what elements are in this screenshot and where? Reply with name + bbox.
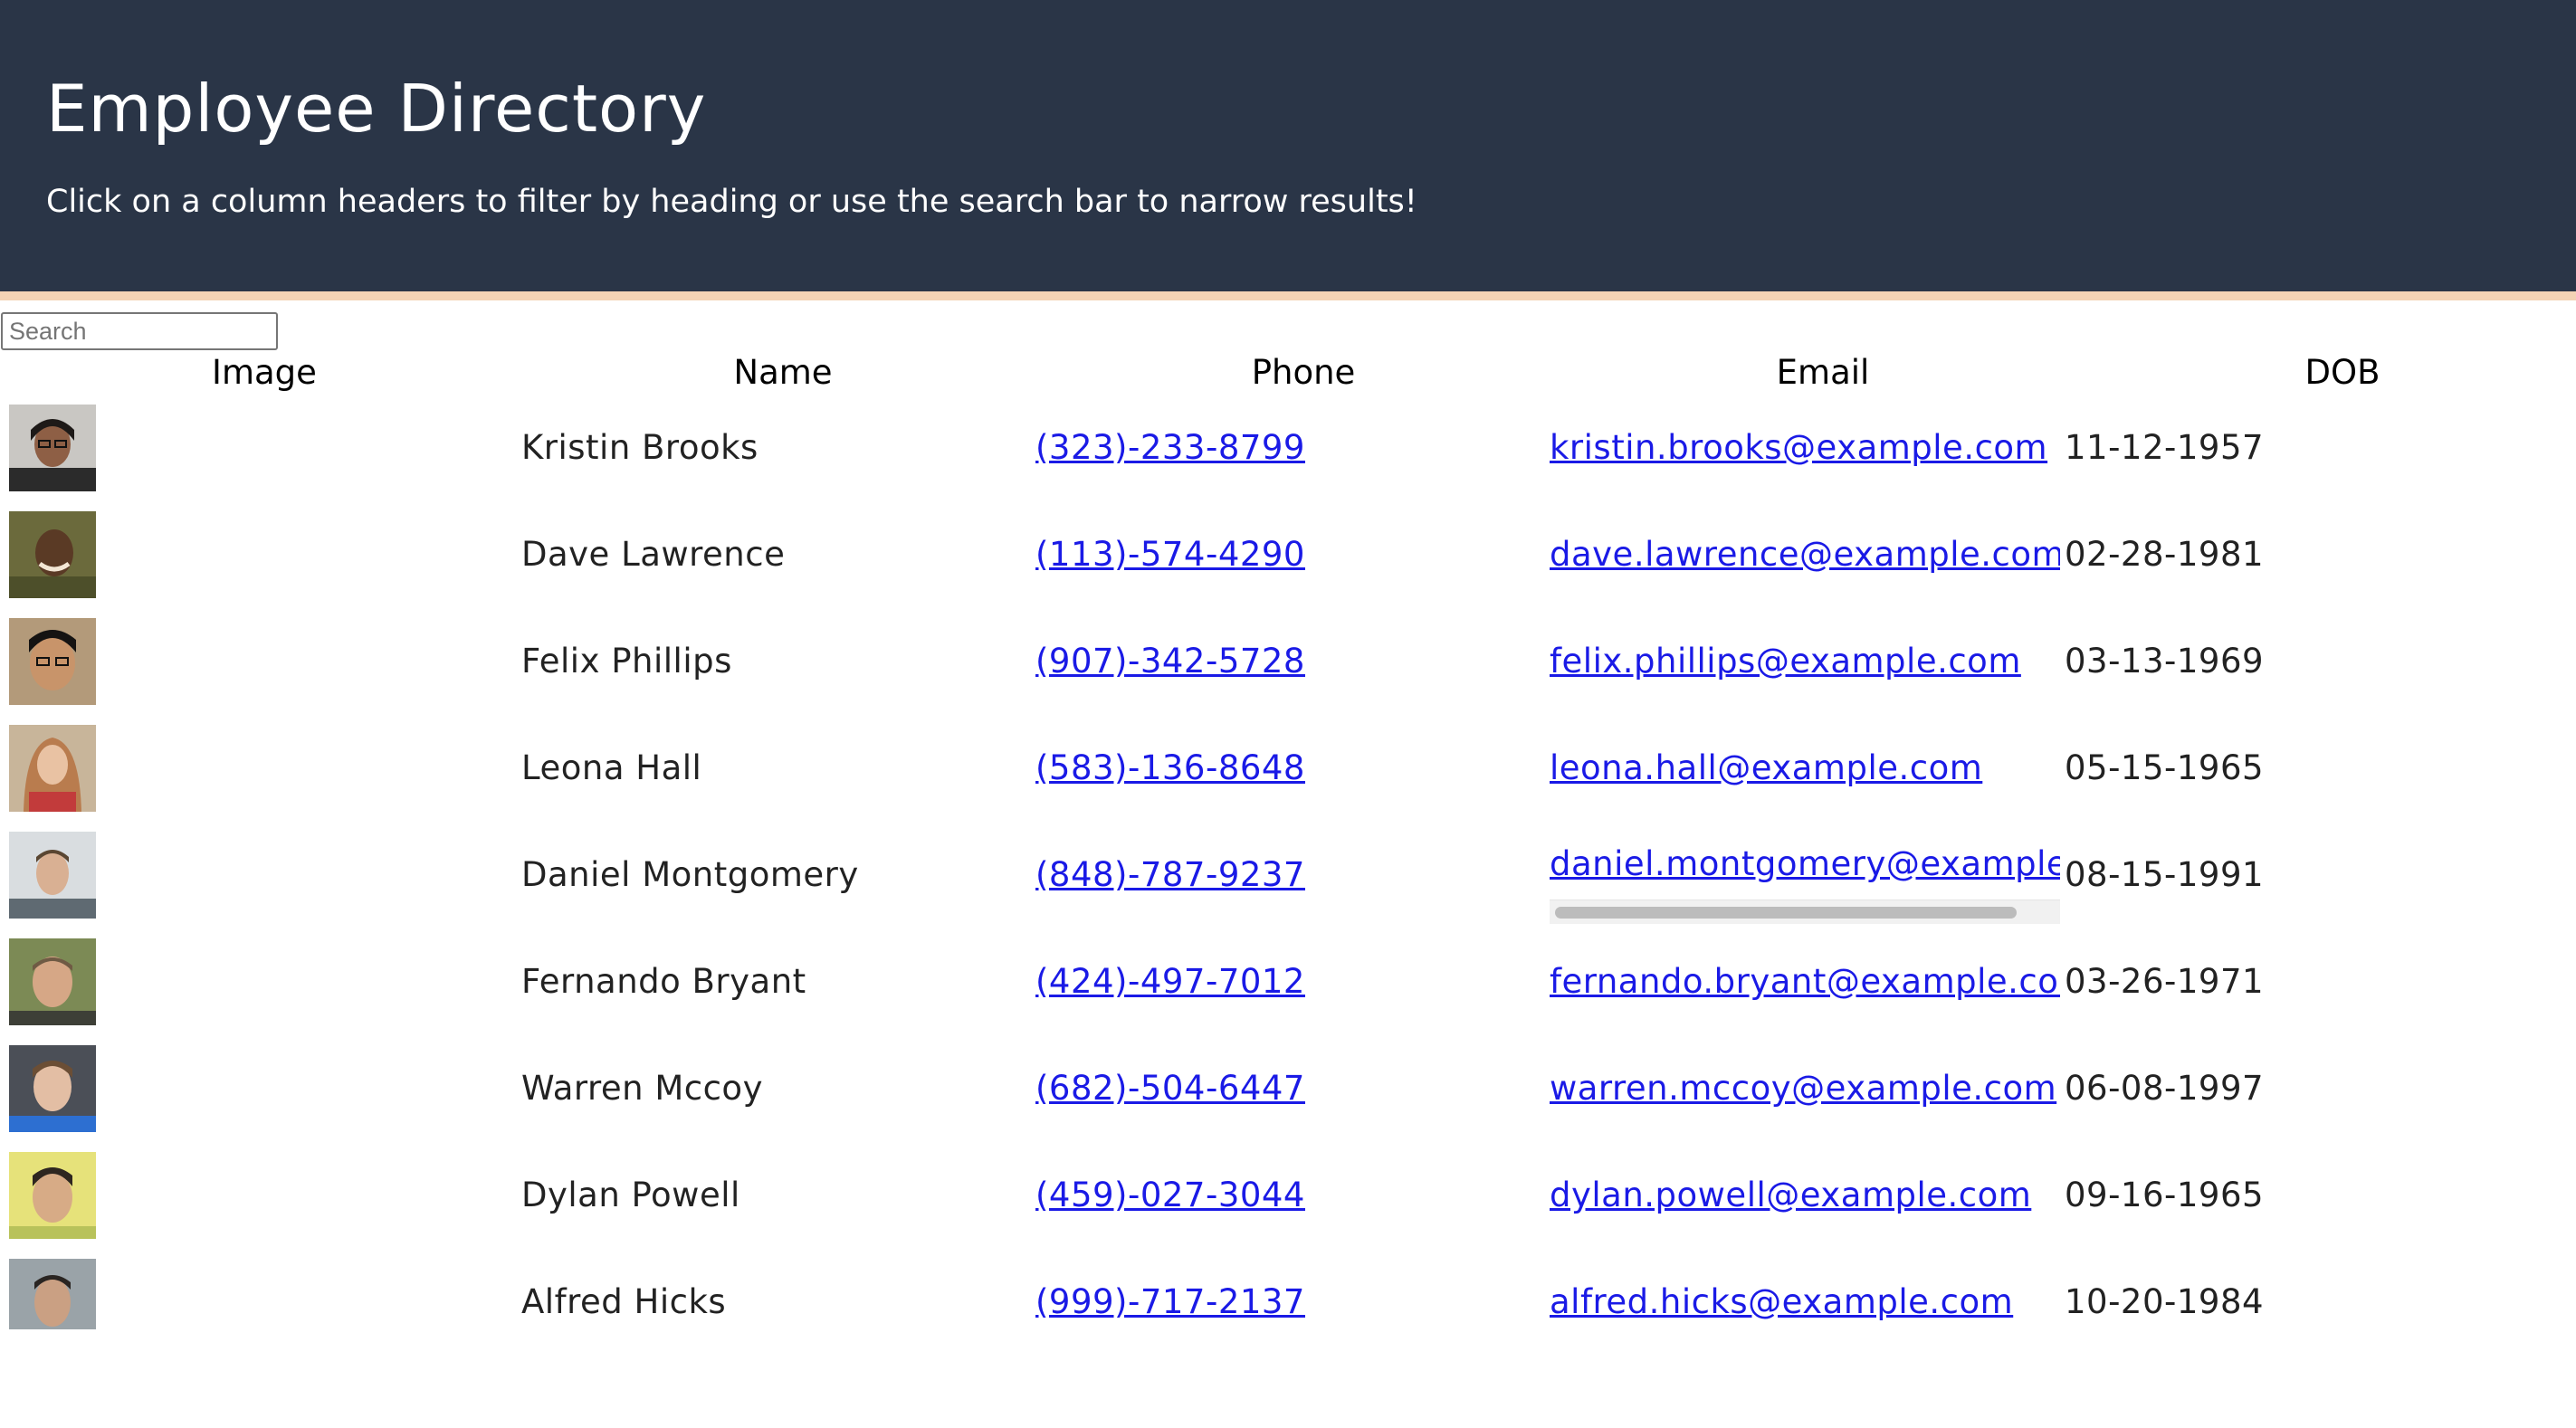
email-cell: felix.phillips@example.com xyxy=(1550,642,2060,681)
column-header-dob[interactable]: DOB xyxy=(2305,353,2380,392)
employee-dob: 05-15-1965 xyxy=(2065,748,2265,787)
employee-email-link[interactable]: kristin.brooks@example.com xyxy=(1550,428,2047,467)
column-header-name[interactable]: Name xyxy=(733,353,832,392)
page-header: Employee Directory Click on a column hea… xyxy=(0,0,2576,300)
page-title: Employee Directory xyxy=(46,71,707,147)
employee-phone-link[interactable]: (323)-233-8799 xyxy=(1035,428,1305,467)
employee-phone-link[interactable]: (907)-342-5728 xyxy=(1035,642,1305,681)
employee-name: Dylan Powell xyxy=(521,1176,740,1214)
employee-name: Dave Lawrence xyxy=(521,535,786,574)
employee-photo xyxy=(9,511,96,598)
employee-name: Warren Mccoy xyxy=(521,1069,763,1108)
employee-name: Leona Hall xyxy=(521,748,702,787)
employee-phone-link[interactable]: (682)-504-6447 xyxy=(1035,1069,1305,1108)
employee-phone-link[interactable]: (999)-717-2137 xyxy=(1035,1282,1305,1321)
employee-photo xyxy=(9,618,96,705)
table-row: Kristin Brooks (323)-233-8799 kristin.br… xyxy=(0,405,2576,511)
employee-email-link[interactable]: dave.lawrence@example.com xyxy=(1550,535,2060,574)
employee-name: Felix Phillips xyxy=(521,642,732,681)
employee-dob: 02-28-1981 xyxy=(2065,535,2265,574)
table-row: Leona Hall (583)-136-8648 leona.hall@exa… xyxy=(0,725,2576,832)
table-row: Dylan Powell (459)-027-3044 dylan.powell… xyxy=(0,1152,2576,1259)
table-row: Fernando Bryant (424)-497-7012 fernando.… xyxy=(0,938,2576,1045)
email-cell: dave.lawrence@example.com xyxy=(1550,535,2060,574)
employee-name: Fernando Bryant xyxy=(521,962,806,1001)
employee-photo xyxy=(9,1259,96,1329)
employee-email-link[interactable]: warren.mccoy@example.com xyxy=(1550,1069,2056,1108)
employee-email-link[interactable]: daniel.montgomery@example.com xyxy=(1550,844,2060,883)
employee-email-link[interactable]: fernando.bryant@example.com xyxy=(1550,962,2060,1001)
column-header-phone[interactable]: Phone xyxy=(1252,353,1356,392)
column-header-image[interactable]: Image xyxy=(212,353,317,392)
email-horizontal-scrollbar[interactable] xyxy=(1550,900,2060,924)
employee-phone-link[interactable]: (848)-787-9237 xyxy=(1035,855,1305,894)
employee-photo xyxy=(9,1152,96,1239)
table-row: Daniel Montgomery (848)-787-9237 daniel.… xyxy=(0,832,2576,938)
email-cell: alfred.hicks@example.com xyxy=(1550,1282,2060,1321)
table-row: Dave Lawrence (113)-574-4290 dave.lawren… xyxy=(0,511,2576,618)
employee-photo xyxy=(9,1045,96,1132)
employee-name: Daniel Montgomery xyxy=(521,855,859,894)
employee-dob: 03-13-1969 xyxy=(2065,642,2265,681)
search-input[interactable] xyxy=(1,312,278,350)
employee-email-link[interactable]: leona.hall@example.com xyxy=(1550,748,1982,787)
employee-dob: 08-15-1991 xyxy=(2065,855,2265,894)
scrollbar-thumb[interactable] xyxy=(1555,907,2017,919)
email-cell: warren.mccoy@example.com xyxy=(1550,1069,2060,1108)
email-cell: leona.hall@example.com xyxy=(1550,748,2060,787)
employee-dob: 11-12-1957 xyxy=(2065,428,2265,467)
employee-email-link[interactable]: felix.phillips@example.com xyxy=(1550,642,2021,681)
employee-name: Kristin Brooks xyxy=(521,428,758,467)
employee-dob: 06-08-1997 xyxy=(2065,1069,2265,1108)
email-cell: fernando.bryant@example.com xyxy=(1550,962,2060,1001)
employee-email-link[interactable]: dylan.powell@example.com xyxy=(1550,1176,2031,1214)
employee-photo xyxy=(9,405,96,491)
column-header-email[interactable]: Email xyxy=(1777,353,1870,392)
page-subtitle: Click on a column headers to filter by h… xyxy=(46,184,1417,220)
employee-email-link[interactable]: alfred.hicks@example.com xyxy=(1550,1282,2013,1321)
table-row: Warren Mccoy (682)-504-6447 warren.mccoy… xyxy=(0,1045,2576,1152)
employee-phone-link[interactable]: (459)-027-3044 xyxy=(1035,1176,1305,1214)
employee-photo xyxy=(9,832,96,919)
table-row: Alfred Hicks (999)-717-2137 alfred.hicks… xyxy=(0,1259,2576,1366)
employee-phone-link[interactable]: (583)-136-8648 xyxy=(1035,748,1305,787)
employee-dob: 09-16-1965 xyxy=(2065,1176,2265,1214)
email-cell: dylan.powell@example.com xyxy=(1550,1176,2060,1214)
employee-dob: 03-26-1971 xyxy=(2065,962,2265,1001)
employee-photo xyxy=(9,725,96,812)
employee-phone-link[interactable]: (424)-497-7012 xyxy=(1035,962,1305,1001)
employee-dob: 10-20-1984 xyxy=(2065,1282,2265,1321)
employee-phone-link[interactable]: (113)-574-4290 xyxy=(1035,535,1305,574)
table-row: Felix Phillips (907)-342-5728 felix.phil… xyxy=(0,618,2576,725)
email-cell: kristin.brooks@example.com xyxy=(1550,428,2060,467)
employee-photo xyxy=(9,938,96,1025)
email-cell: daniel.montgomery@example.com xyxy=(1550,844,2060,883)
employee-name: Alfred Hicks xyxy=(521,1282,727,1321)
